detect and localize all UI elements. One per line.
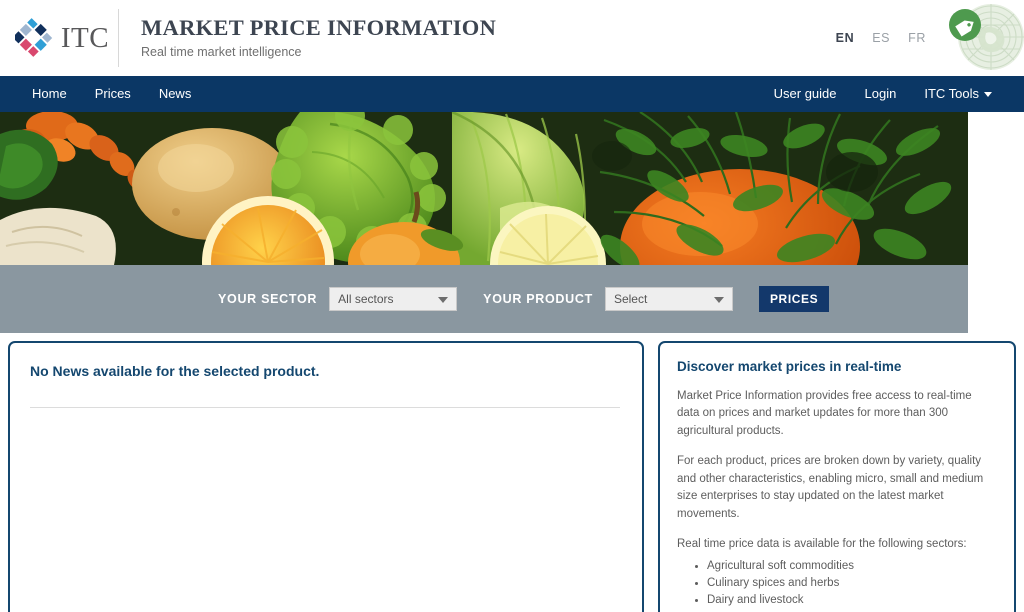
sector-select-value: All sectors <box>338 292 394 306</box>
lang-es[interactable]: ES <box>872 31 890 45</box>
product-select-value: Select <box>613 292 648 306</box>
news-panel: No News available for the selected produ… <box>8 341 644 612</box>
nav-item-itc-tools[interactable]: ITC Tools <box>910 76 1006 112</box>
product-label: YOUR PRODUCT <box>483 292 593 306</box>
news-divider <box>30 407 620 408</box>
page-subtitle: Real time market intelligence <box>141 45 302 59</box>
nav-item-user-guide[interactable]: User guide <box>760 76 851 112</box>
filter-bar: YOUR SECTOR All sectors YOUR PRODUCT Sel… <box>0 265 968 333</box>
itc-logo-text: ITC <box>60 21 110 54</box>
prices-submit-button[interactable]: PRICES <box>758 286 830 312</box>
list-item: Agricultural soft commodities <box>707 558 996 574</box>
chevron-down-icon <box>713 297 724 303</box>
nav-item-login[interactable]: Login <box>851 76 911 112</box>
lang-fr[interactable]: FR <box>908 31 926 45</box>
news-empty-message: No News available for the selected produ… <box>30 363 320 379</box>
sector-select[interactable]: All sectors <box>329 287 458 311</box>
sector-label: YOUR SECTOR <box>218 292 318 306</box>
sectors-intro: Real time price data is available for th… <box>677 538 967 551</box>
header-divider <box>118 9 119 67</box>
nav-item-itc-tools-label: ITC Tools <box>924 86 979 101</box>
chevron-down-icon <box>984 92 992 98</box>
list-item: Dairy and livestock <box>707 592 996 608</box>
product-select[interactable]: Select <box>604 287 733 311</box>
itc-diamond-logo-icon <box>14 18 53 57</box>
site-header: ITC MARKET PRICE INFORMATION Real time m… <box>0 0 1024 76</box>
logo-area[interactable]: ITC <box>0 0 118 76</box>
info-panel-title: Discover market prices in real-time <box>677 359 902 374</box>
page-title: MARKET PRICE INFORMATION <box>141 15 497 41</box>
price-tag-badge-icon <box>949 9 981 41</box>
lang-en[interactable]: EN <box>836 31 855 45</box>
un-emblem-wrap <box>949 2 1024 74</box>
sectors-list: Agricultural soft commodities Culinary s… <box>677 558 996 612</box>
produce-banner-image <box>0 112 968 265</box>
main-content: No News available for the selected produ… <box>0 333 1024 612</box>
main-navigation: Home Prices News User guide Login ITC To… <box>0 76 1024 112</box>
nav-item-news[interactable]: News <box>145 76 206 112</box>
nav-primary-links: Home Prices News <box>18 76 205 112</box>
info-paragraph-2: For each product, prices are broken down… <box>677 455 984 520</box>
hero-banner <box>0 112 968 265</box>
itc-logo[interactable]: ITC <box>14 17 110 59</box>
info-paragraph-1: Market Price Information provides free a… <box>677 390 972 437</box>
header-right: EN ES FR <box>836 0 1024 76</box>
list-item: Culinary spices and herbs <box>707 575 996 591</box>
language-switcher[interactable]: EN ES FR <box>836 31 926 45</box>
nav-item-home[interactable]: Home <box>18 76 81 112</box>
nav-item-prices[interactable]: Prices <box>81 76 145 112</box>
site-title-block: MARKET PRICE INFORMATION Real time marke… <box>141 15 497 60</box>
info-panel: Discover market prices in real-time Mark… <box>658 341 1016 612</box>
chevron-down-icon <box>438 297 449 303</box>
nav-secondary-links: User guide Login ITC Tools <box>760 76 1024 112</box>
